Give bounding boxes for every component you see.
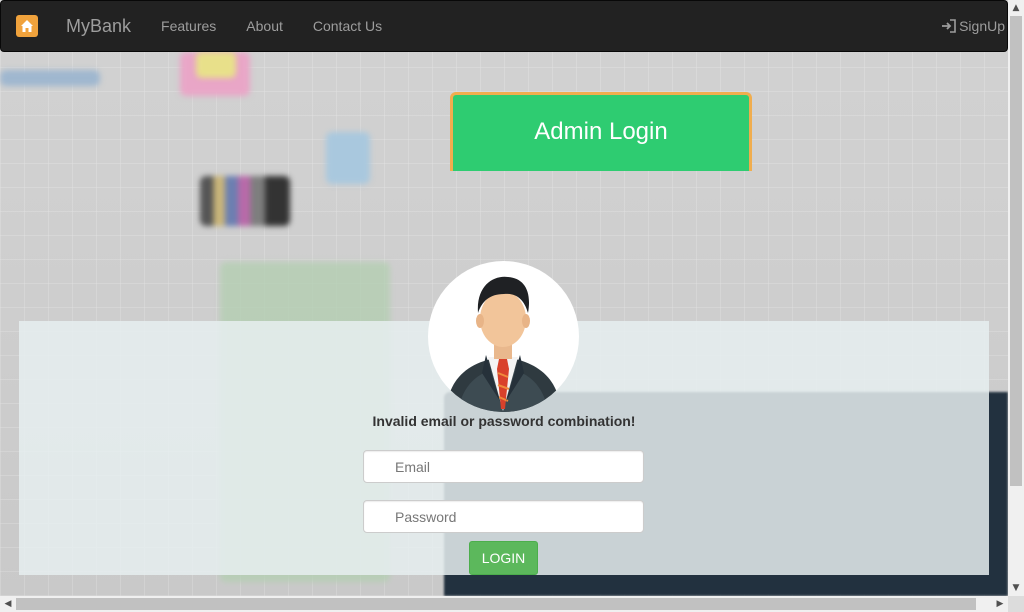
login-button[interactable]: LOGIN [469,541,538,575]
admin-login-title: Admin Login [534,118,668,145]
nav-link-features[interactable]: Features [161,18,216,34]
home-icon[interactable] [16,15,38,37]
brand-link[interactable]: MyBank [66,16,131,37]
signup-label: SignUp [959,18,1005,34]
scroll-up-icon[interactable]: ▲ [1008,0,1024,16]
admin-login-header: Admin Login [450,92,752,171]
vertical-scroll-thumb[interactable] [1010,16,1022,486]
scroll-left-icon[interactable]: ◀ [0,596,16,612]
navbar: MyBank Features About Contact Us SignUp [0,0,1008,52]
scroll-down-icon[interactable]: ▼ [1008,580,1024,596]
user-avatar-icon [428,261,579,412]
error-message: Invalid email or password combination! [372,413,636,429]
sign-in-icon [942,19,956,33]
horizontal-scroll-thumb[interactable] [16,598,976,610]
nav-link-about[interactable]: About [246,18,283,34]
email-field[interactable] [363,450,644,483]
vertical-scrollbar[interactable]: ▲ ▼ [1008,0,1024,596]
password-field[interactable] [363,500,644,533]
scroll-right-icon[interactable]: ▶ [992,596,1008,612]
signup-link[interactable]: SignUp [941,18,1005,34]
horizontal-scrollbar[interactable]: ◀ ▶ [0,596,1008,612]
scrollbar-corner [1008,596,1024,612]
nav-link-contact[interactable]: Contact Us [313,18,382,34]
